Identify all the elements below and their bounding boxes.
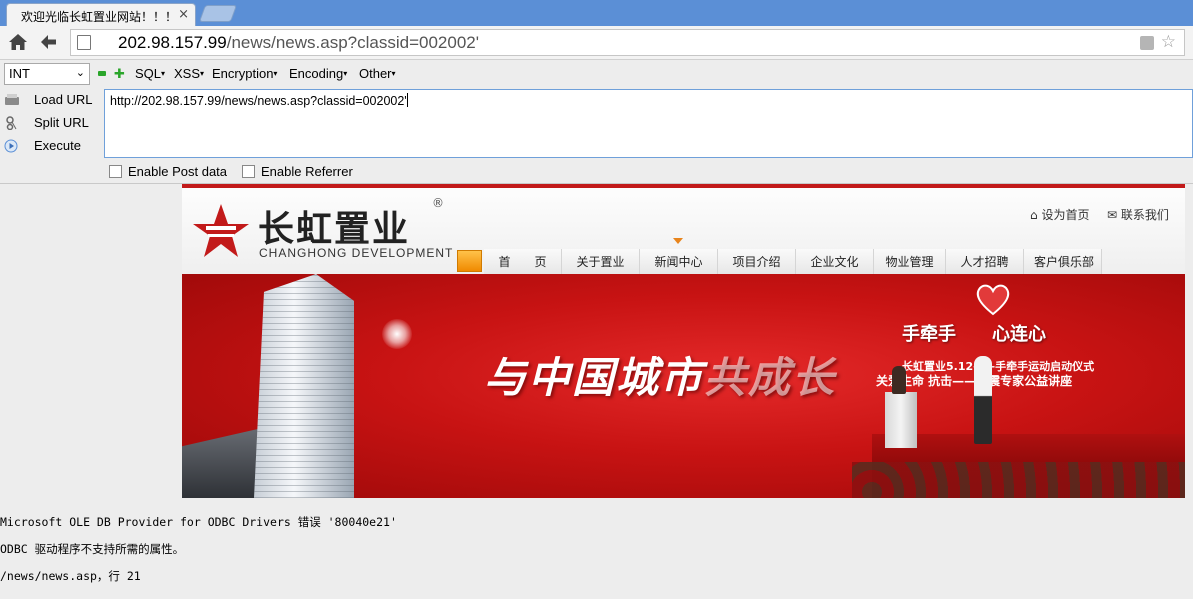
menu-encryption-label: Encryption bbox=[212, 66, 274, 81]
type-select[interactable]: INT ⌄ bbox=[4, 63, 90, 85]
checkbox-box[interactable] bbox=[109, 165, 122, 178]
enable-referrer-label: Enable Referrer bbox=[261, 164, 353, 179]
error-line-2: ODBC 驱动程序不支持所需的属性。 bbox=[0, 542, 185, 556]
banner-podium bbox=[885, 392, 917, 448]
tab-close-icon[interactable]: × bbox=[178, 7, 189, 22]
url-textarea-value: http://202.98.157.99/news/news.asp?class… bbox=[110, 94, 407, 108]
banner-light-orb bbox=[382, 319, 412, 349]
address-menu-icon[interactable] bbox=[1140, 36, 1154, 50]
load-url-button[interactable]: Load URL bbox=[4, 91, 100, 111]
site-nav: 首 页 关于置业 新闻中心 项目介绍 企业文化 物业管理 人才招聘 客户俱乐部 bbox=[484, 249, 1102, 274]
nav-news[interactable]: 新闻中心 bbox=[640, 249, 718, 274]
nav-property[interactable]: 物业管理 bbox=[874, 249, 946, 274]
type-select-value: INT bbox=[9, 66, 30, 81]
contact-label: 联系我们 bbox=[1120, 208, 1169, 222]
home-icon[interactable] bbox=[8, 32, 28, 52]
increase-icon[interactable]: ✚ bbox=[114, 68, 125, 81]
active-nav-marker bbox=[673, 238, 683, 244]
banner-presenter bbox=[974, 356, 992, 444]
set-home-link[interactable]: ⌂ 设为首页 bbox=[1030, 206, 1089, 223]
logo-star-icon bbox=[193, 204, 249, 257]
hackbar-toolbar: INT ⌄ ✚ SQL▾ XSS▾ Encryption▾ Encoding▾ … bbox=[0, 61, 1193, 87]
set-home-label: 设为首页 bbox=[1041, 208, 1090, 222]
back-arrow-icon[interactable] bbox=[38, 32, 58, 52]
enable-post-checkbox[interactable]: Enable Post data bbox=[109, 164, 227, 179]
navigation-bar: 202.98.157.99/news/news.asp?classid=0020… bbox=[0, 26, 1193, 60]
heart-hands-icon bbox=[976, 284, 1010, 316]
address-text[interactable]: 202.98.157.99/news/news.asp?classid=0020… bbox=[118, 33, 479, 53]
event-title: 手牵手 心连心 bbox=[902, 320, 1046, 346]
enable-post-label: Enable Post data bbox=[128, 164, 228, 179]
new-tab-button[interactable] bbox=[198, 5, 238, 22]
error-line-3: /news/news.asp，行 21 bbox=[0, 569, 141, 583]
split-url-label: Split URL bbox=[34, 115, 89, 130]
address-path: /news/news.asp?classid=002002' bbox=[226, 33, 479, 52]
banner-slogan: 与中国城市共成长 bbox=[484, 344, 836, 405]
tab-title: 欢迎光临长虹置业网站！！！ bbox=[21, 10, 178, 24]
load-icon bbox=[5, 94, 19, 105]
logo-registered-mark: ® bbox=[432, 196, 444, 210]
chevron-down-icon: ⌄ bbox=[75, 67, 85, 79]
nav-about[interactable]: 关于置业 bbox=[562, 249, 640, 274]
banner-tower-windows bbox=[254, 274, 354, 498]
menu-encryption[interactable]: Encryption▾ bbox=[212, 66, 277, 81]
menu-other[interactable]: Other▾ bbox=[359, 66, 396, 81]
play-icon bbox=[4, 139, 18, 153]
website-content: 长虹置业 ® CHANGHONG DEVELOPMENT ⌂ 设为首页 ✉ 联系… bbox=[182, 184, 1185, 498]
menu-xss-label: XSS bbox=[174, 66, 201, 81]
nav-projects[interactable]: 项目介绍 bbox=[718, 249, 796, 274]
slogan-part-a: 与中国城市 bbox=[484, 353, 705, 402]
slogan-part-b: 共成长 bbox=[704, 353, 837, 402]
address-bar[interactable]: 202.98.157.99/news/news.asp?classid=0020… bbox=[70, 29, 1185, 56]
hero-banner: 与中国城市共成长 手牵手 心连心 长虹置业5.12——手牵手运动启动仪式 关爱生… bbox=[182, 274, 1185, 498]
error-line-1: Microsoft OLE DB Provider for ODBC Drive… bbox=[0, 515, 397, 529]
nav-club[interactable]: 客户俱乐部 bbox=[1024, 249, 1102, 274]
menu-xss[interactable]: XSS▾ bbox=[174, 66, 204, 81]
logo-english: CHANGHONG DEVELOPMENT bbox=[259, 246, 454, 260]
nav-careers[interactable]: 人才招聘 bbox=[946, 249, 1024, 274]
banner-speaker bbox=[892, 366, 906, 394]
menu-sql[interactable]: SQL▾ bbox=[135, 66, 165, 81]
nav-culture[interactable]: 企业文化 bbox=[796, 249, 874, 274]
decrease-icon[interactable] bbox=[98, 71, 106, 76]
home-icon: ⌂ bbox=[1030, 208, 1038, 222]
nav-orange-block bbox=[457, 250, 482, 272]
url-textarea[interactable]: http://202.98.157.99/news/news.asp?class… bbox=[104, 89, 1193, 158]
logo-chinese: 长虹置业 bbox=[258, 209, 411, 250]
load-url-label: Load URL bbox=[34, 92, 93, 107]
banner-audience bbox=[852, 462, 1185, 498]
event-title-b: 心连心 bbox=[992, 324, 1046, 345]
menu-encoding[interactable]: Encoding▾ bbox=[289, 66, 347, 81]
page-icon bbox=[77, 35, 91, 50]
split-url-button[interactable]: Split URL bbox=[4, 114, 100, 134]
menu-sql-label: SQL bbox=[135, 66, 162, 81]
address-host: 202.98.157.99 bbox=[118, 33, 227, 52]
enable-referrer-checkbox[interactable]: Enable Referrer bbox=[242, 164, 353, 179]
event-title-a: 手牵手 bbox=[902, 324, 956, 345]
site-header: 长虹置业 ® CHANGHONG DEVELOPMENT ⌂ 设为首页 ✉ 联系… bbox=[182, 188, 1185, 274]
execute-button[interactable]: Execute bbox=[4, 137, 100, 157]
mail-icon: ✉ bbox=[1107, 208, 1118, 222]
contact-link[interactable]: ✉ 联系我们 bbox=[1107, 206, 1169, 223]
checkbox-box[interactable] bbox=[242, 165, 255, 178]
nav-home[interactable]: 首 页 bbox=[484, 249, 562, 274]
menu-encoding-label: Encoding bbox=[289, 66, 344, 81]
bookmark-star-icon[interactable]: ☆ bbox=[1161, 32, 1176, 52]
tab-strip: 欢迎光临长虹置业网站！！！ × bbox=[0, 0, 1193, 26]
browser-tab[interactable]: 欢迎光临长虹置业网站！！！ × bbox=[6, 3, 196, 26]
text-cursor bbox=[406, 93, 408, 107]
scissors-icon bbox=[6, 116, 17, 130]
execute-label: Execute bbox=[34, 138, 81, 153]
menu-other-label: Other bbox=[359, 66, 392, 81]
